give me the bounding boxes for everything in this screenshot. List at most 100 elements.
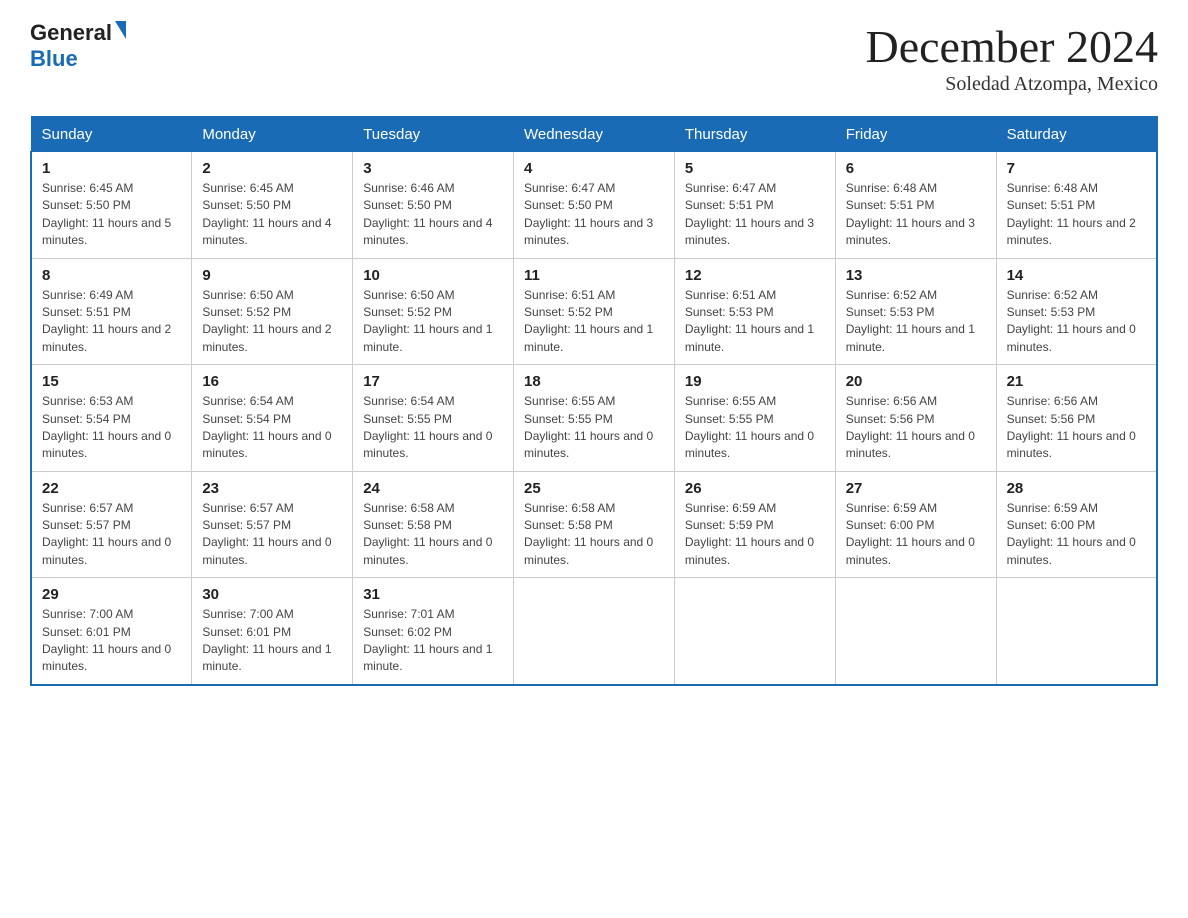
day-number: 13	[846, 267, 986, 284]
day-number: 6	[846, 160, 986, 177]
day-number: 8	[42, 267, 181, 284]
weekday-header-sunday: Sunday	[31, 117, 192, 152]
day-info: Sunrise: 6:55 AMSunset: 5:55 PMDaylight:…	[685, 393, 825, 463]
calendar-week-5: 29Sunrise: 7:00 AMSunset: 6:01 PMDayligh…	[31, 578, 1157, 685]
calendar-cell: 17 Sunrise: 6:54 AMSunset: 5:55 PMDayligh…	[353, 365, 514, 472]
day-number: 2	[202, 160, 342, 177]
weekday-header-row: SundayMondayTuesdayWednesdayThursdayFrid…	[31, 117, 1157, 152]
day-info: Sunrise: 6:57 AMSunset: 5:57 PMDaylight:…	[202, 500, 342, 570]
calendar-cell: 11 Sunrise: 6:51 AMSunset: 5:52 PMDayligh…	[514, 258, 675, 365]
day-info: Sunrise: 6:57 AMSunset: 5:57 PMDaylight:…	[42, 500, 181, 570]
title-block: December 2024 Soledad Atzompa, Mexico	[866, 20, 1159, 96]
day-number: 20	[846, 373, 986, 390]
day-info: Sunrise: 6:56 AMSunset: 5:56 PMDaylight:…	[1007, 393, 1146, 463]
day-info: Sunrise: 6:47 AMSunset: 5:51 PMDaylight:…	[685, 180, 825, 250]
calendar-cell: 1 Sunrise: 6:45 AMSunset: 5:50 PMDaylight…	[31, 152, 192, 259]
logo-text-blue: Blue	[30, 46, 78, 72]
calendar-cell: 14 Sunrise: 6:52 AMSunset: 5:53 PMDayligh…	[996, 258, 1157, 365]
weekday-header-monday: Monday	[192, 117, 353, 152]
day-info: Sunrise: 6:59 AMSunset: 6:00 PMDaylight:…	[846, 500, 986, 570]
calendar-week-4: 22 Sunrise: 6:57 AMSunset: 5:57 PMDayligh…	[31, 471, 1157, 578]
logo: General Blue	[30, 20, 126, 72]
day-number: 17	[363, 373, 503, 390]
calendar-cell: 23 Sunrise: 6:57 AMSunset: 5:57 PMDayligh…	[192, 471, 353, 578]
day-number: 11	[524, 267, 664, 284]
day-number: 31	[363, 586, 503, 603]
calendar-cell	[674, 578, 835, 685]
calendar-cell: 26 Sunrise: 6:59 AMSunset: 5:59 PMDayligh…	[674, 471, 835, 578]
day-info: Sunrise: 6:50 AMSunset: 5:52 PMDaylight:…	[202, 287, 342, 357]
calendar-cell	[514, 578, 675, 685]
day-info: Sunrise: 6:58 AMSunset: 5:58 PMDaylight:…	[363, 500, 503, 570]
day-number: 4	[524, 160, 664, 177]
day-number: 21	[1007, 373, 1146, 390]
calendar-cell: 7 Sunrise: 6:48 AMSunset: 5:51 PMDaylight…	[996, 152, 1157, 259]
day-info: Sunrise: 6:55 AMSunset: 5:55 PMDaylight:…	[524, 393, 664, 463]
weekday-header-wednesday: Wednesday	[514, 117, 675, 152]
day-info: Sunrise: 6:50 AMSunset: 5:52 PMDaylight:…	[363, 287, 503, 357]
calendar-cell: 2 Sunrise: 6:45 AMSunset: 5:50 PMDaylight…	[192, 152, 353, 259]
day-info: Sunrise: 6:48 AMSunset: 5:51 PMDaylight:…	[1007, 180, 1146, 250]
calendar-cell: 5 Sunrise: 6:47 AMSunset: 5:51 PMDaylight…	[674, 152, 835, 259]
calendar-cell: 28 Sunrise: 6:59 AMSunset: 6:00 PMDayligh…	[996, 471, 1157, 578]
calendar-title: December 2024	[866, 20, 1159, 73]
day-number: 14	[1007, 267, 1146, 284]
day-number: 15	[42, 373, 181, 390]
day-number: 28	[1007, 480, 1146, 497]
day-info: Sunrise: 6:45 AMSunset: 5:50 PMDaylight:…	[42, 180, 181, 250]
calendar-cell: 6 Sunrise: 6:48 AMSunset: 5:51 PMDaylight…	[835, 152, 996, 259]
day-info: Sunrise: 7:00 AMSunset: 6:01 PMDaylight:…	[202, 606, 342, 676]
day-number: 22	[42, 480, 181, 497]
calendar-cell: 27 Sunrise: 6:59 AMSunset: 6:00 PMDayligh…	[835, 471, 996, 578]
calendar-week-1: 1 Sunrise: 6:45 AMSunset: 5:50 PMDaylight…	[31, 152, 1157, 259]
day-info: Sunrise: 6:59 AMSunset: 5:59 PMDaylight:…	[685, 500, 825, 570]
day-number: 5	[685, 160, 825, 177]
calendar-cell: 19 Sunrise: 6:55 AMSunset: 5:55 PMDayligh…	[674, 365, 835, 472]
calendar-cell: 13Sunrise: 6:52 AMSunset: 5:53 PMDayligh…	[835, 258, 996, 365]
calendar-cell: 24 Sunrise: 6:58 AMSunset: 5:58 PMDayligh…	[353, 471, 514, 578]
calendar-cell: 16 Sunrise: 6:54 AMSunset: 5:54 PMDayligh…	[192, 365, 353, 472]
calendar-cell: 18Sunrise: 6:55 AMSunset: 5:55 PMDayligh…	[514, 365, 675, 472]
calendar-cell: 29Sunrise: 7:00 AMSunset: 6:01 PMDayligh…	[31, 578, 192, 685]
calendar-cell: 4 Sunrise: 6:47 AMSunset: 5:50 PMDaylight…	[514, 152, 675, 259]
calendar-cell: 25 Sunrise: 6:58 AMSunset: 5:58 PMDayligh…	[514, 471, 675, 578]
day-info: Sunrise: 6:51 AMSunset: 5:53 PMDaylight:…	[685, 287, 825, 357]
day-number: 24	[363, 480, 503, 497]
calendar-subtitle: Soledad Atzompa, Mexico	[866, 73, 1159, 96]
day-number: 27	[846, 480, 986, 497]
weekday-header-friday: Friday	[835, 117, 996, 152]
day-info: Sunrise: 6:59 AMSunset: 6:00 PMDaylight:…	[1007, 500, 1146, 570]
day-number: 25	[524, 480, 664, 497]
weekday-header-saturday: Saturday	[996, 117, 1157, 152]
day-info: Sunrise: 6:49 AMSunset: 5:51 PMDaylight:…	[42, 287, 181, 357]
day-number: 1	[42, 160, 181, 177]
day-info: Sunrise: 6:48 AMSunset: 5:51 PMDaylight:…	[846, 180, 986, 250]
day-info: Sunrise: 6:56 AMSunset: 5:56 PMDaylight:…	[846, 393, 986, 463]
day-number: 19	[685, 373, 825, 390]
day-info: Sunrise: 6:47 AMSunset: 5:50 PMDaylight:…	[524, 180, 664, 250]
calendar-cell: 20 Sunrise: 6:56 AMSunset: 5:56 PMDayligh…	[835, 365, 996, 472]
day-info: Sunrise: 6:51 AMSunset: 5:52 PMDaylight:…	[524, 287, 664, 357]
calendar-cell: 15Sunrise: 6:53 AMSunset: 5:54 PMDayligh…	[31, 365, 192, 472]
weekday-header-thursday: Thursday	[674, 117, 835, 152]
calendar-cell: 21 Sunrise: 6:56 AMSunset: 5:56 PMDayligh…	[996, 365, 1157, 472]
day-info: Sunrise: 6:45 AMSunset: 5:50 PMDaylight:…	[202, 180, 342, 250]
calendar-cell: 30Sunrise: 7:00 AMSunset: 6:01 PMDayligh…	[192, 578, 353, 685]
day-info: Sunrise: 6:52 AMSunset: 5:53 PMDaylight:…	[1007, 287, 1146, 357]
calendar-week-3: 15Sunrise: 6:53 AMSunset: 5:54 PMDayligh…	[31, 365, 1157, 472]
calendar-cell: 9 Sunrise: 6:50 AMSunset: 5:52 PMDaylight…	[192, 258, 353, 365]
calendar-week-2: 8 Sunrise: 6:49 AMSunset: 5:51 PMDaylight…	[31, 258, 1157, 365]
day-number: 23	[202, 480, 342, 497]
calendar-cell: 12Sunrise: 6:51 AMSunset: 5:53 PMDayligh…	[674, 258, 835, 365]
day-number: 16	[202, 373, 342, 390]
day-number: 7	[1007, 160, 1146, 177]
page-header: General Blue December 2024 Soledad Atzom…	[30, 20, 1158, 96]
day-info: Sunrise: 6:54 AMSunset: 5:55 PMDaylight:…	[363, 393, 503, 463]
day-info: Sunrise: 7:00 AMSunset: 6:01 PMDaylight:…	[42, 606, 181, 676]
day-number: 9	[202, 267, 342, 284]
day-info: Sunrise: 6:54 AMSunset: 5:54 PMDaylight:…	[202, 393, 342, 463]
day-info: Sunrise: 6:58 AMSunset: 5:58 PMDaylight:…	[524, 500, 664, 570]
day-number: 26	[685, 480, 825, 497]
logo-text-general: General	[30, 20, 112, 46]
day-number: 10	[363, 267, 503, 284]
